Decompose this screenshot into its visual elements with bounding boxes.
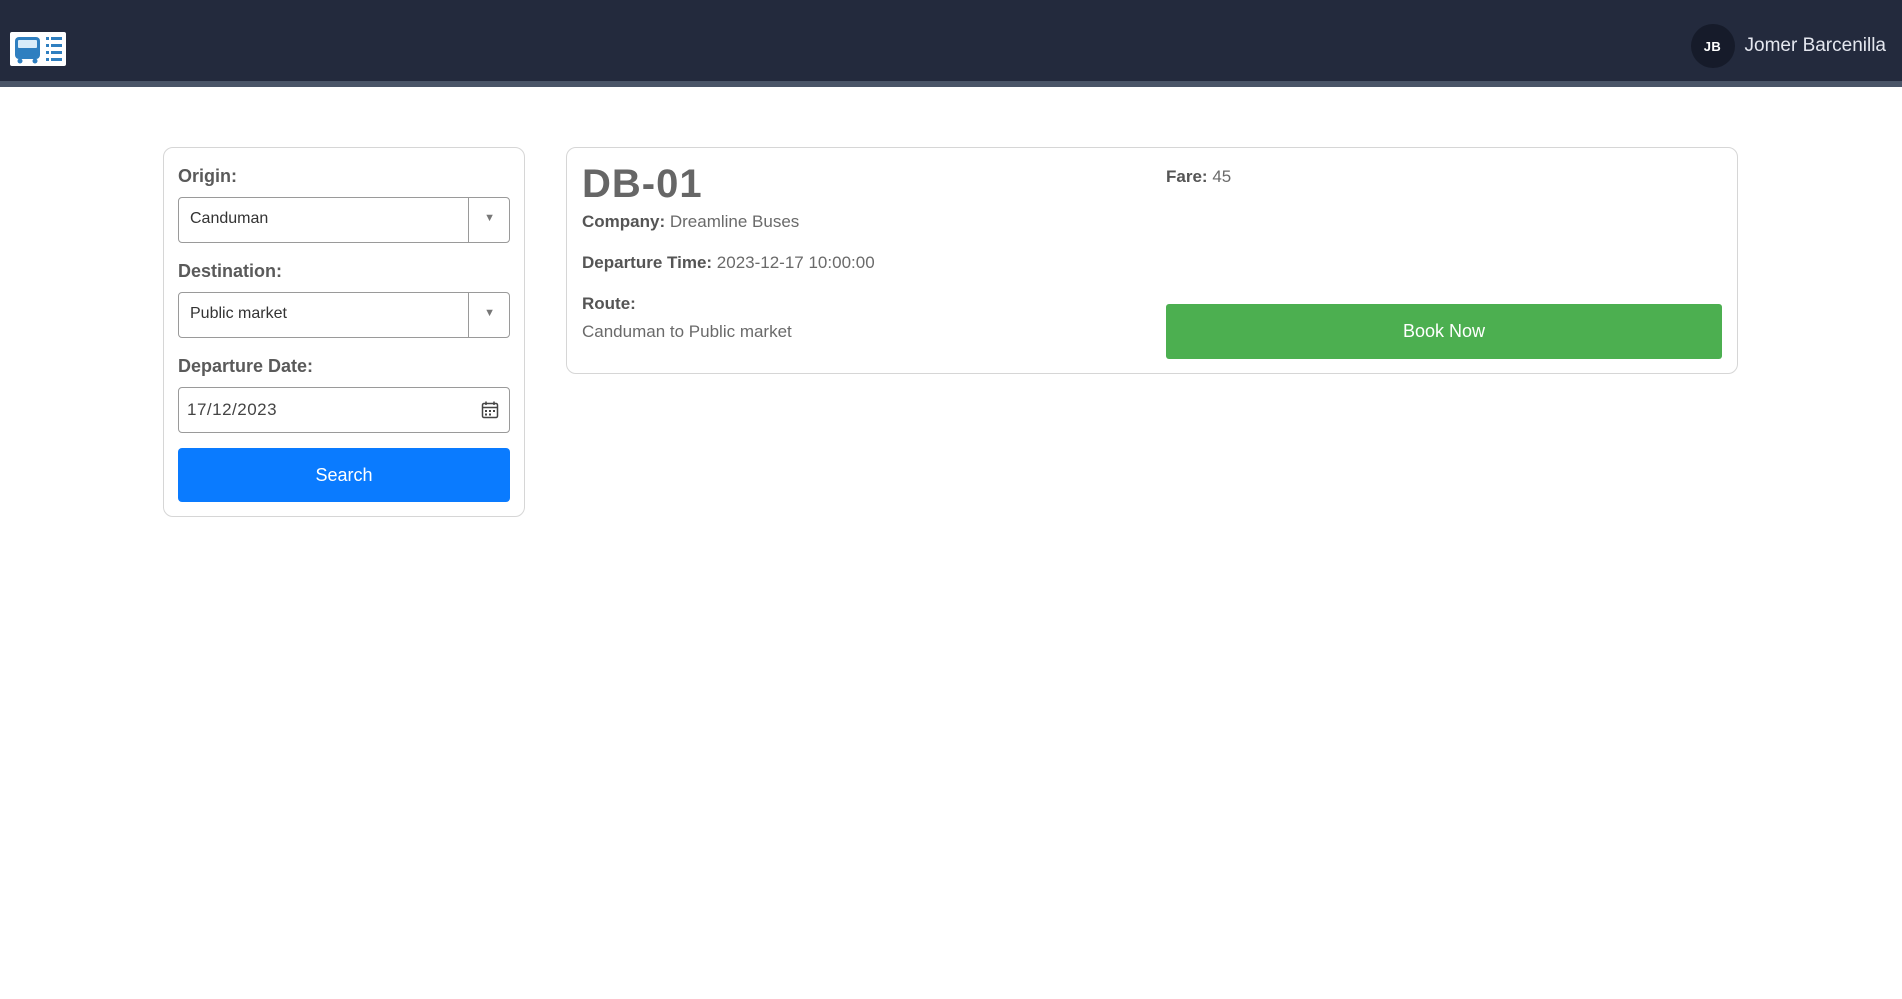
- select-divider: [468, 293, 469, 337]
- bus-result-card: DB-01 Company: Dreamline Buses Departure…: [566, 147, 1738, 374]
- book-now-button[interactable]: Book Now: [1166, 304, 1722, 359]
- select-divider: [468, 198, 469, 242]
- origin-select[interactable]: Canduman ▼: [178, 197, 510, 243]
- departure-time-label: Departure Time:: [582, 253, 713, 272]
- company-label: Company:: [582, 212, 666, 231]
- origin-select-value: Canduman: [190, 210, 269, 227]
- destination-select[interactable]: Public market ▼: [178, 292, 510, 338]
- top-navbar: JB Jomer Barcenilla: [0, 0, 1902, 87]
- avatar[interactable]: JB: [1690, 24, 1735, 68]
- user-name[interactable]: Jomer Barcenilla: [1745, 35, 1887, 57]
- fare-field: Fare: 45: [1166, 167, 1231, 187]
- search-panel: Origin: Canduman ▼ Destination: Public m…: [163, 147, 525, 517]
- departure-time-field: Departure Time: 2023-12-17 10:00:00: [582, 253, 875, 273]
- destination-label: Destination:: [178, 261, 283, 281]
- route-label: Route:: [582, 294, 636, 313]
- route-value: Canduman to Public market: [582, 322, 792, 341]
- origin-label: Origin:: [178, 166, 237, 186]
- departure-date-value: 17/12/2023: [187, 400, 278, 419]
- bus-code: DB-01: [582, 162, 703, 206]
- fare-value: 45: [1212, 167, 1232, 186]
- departure-time-value: 2023-12-17 10:00:00: [716, 253, 875, 272]
- chevron-down-icon[interactable]: ▼: [484, 307, 495, 319]
- calendar-icon[interactable]: [481, 401, 499, 424]
- fare-label: Fare:: [1166, 167, 1208, 186]
- chevron-down-icon[interactable]: ▼: [484, 212, 495, 224]
- destination-select-value: Public market: [190, 305, 287, 322]
- bus-ticket-icon[interactable]: [10, 32, 66, 66]
- search-button[interactable]: Search: [178, 448, 510, 502]
- company-field: Company: Dreamline Buses: [582, 212, 799, 232]
- departure-date-label: Departure Date:: [178, 356, 314, 376]
- departure-date-input[interactable]: 17/12/2023: [178, 387, 510, 433]
- company-value: Dreamline Buses: [669, 212, 800, 231]
- user-menu[interactable]: JB Jomer Barcenilla: [1690, 24, 1887, 68]
